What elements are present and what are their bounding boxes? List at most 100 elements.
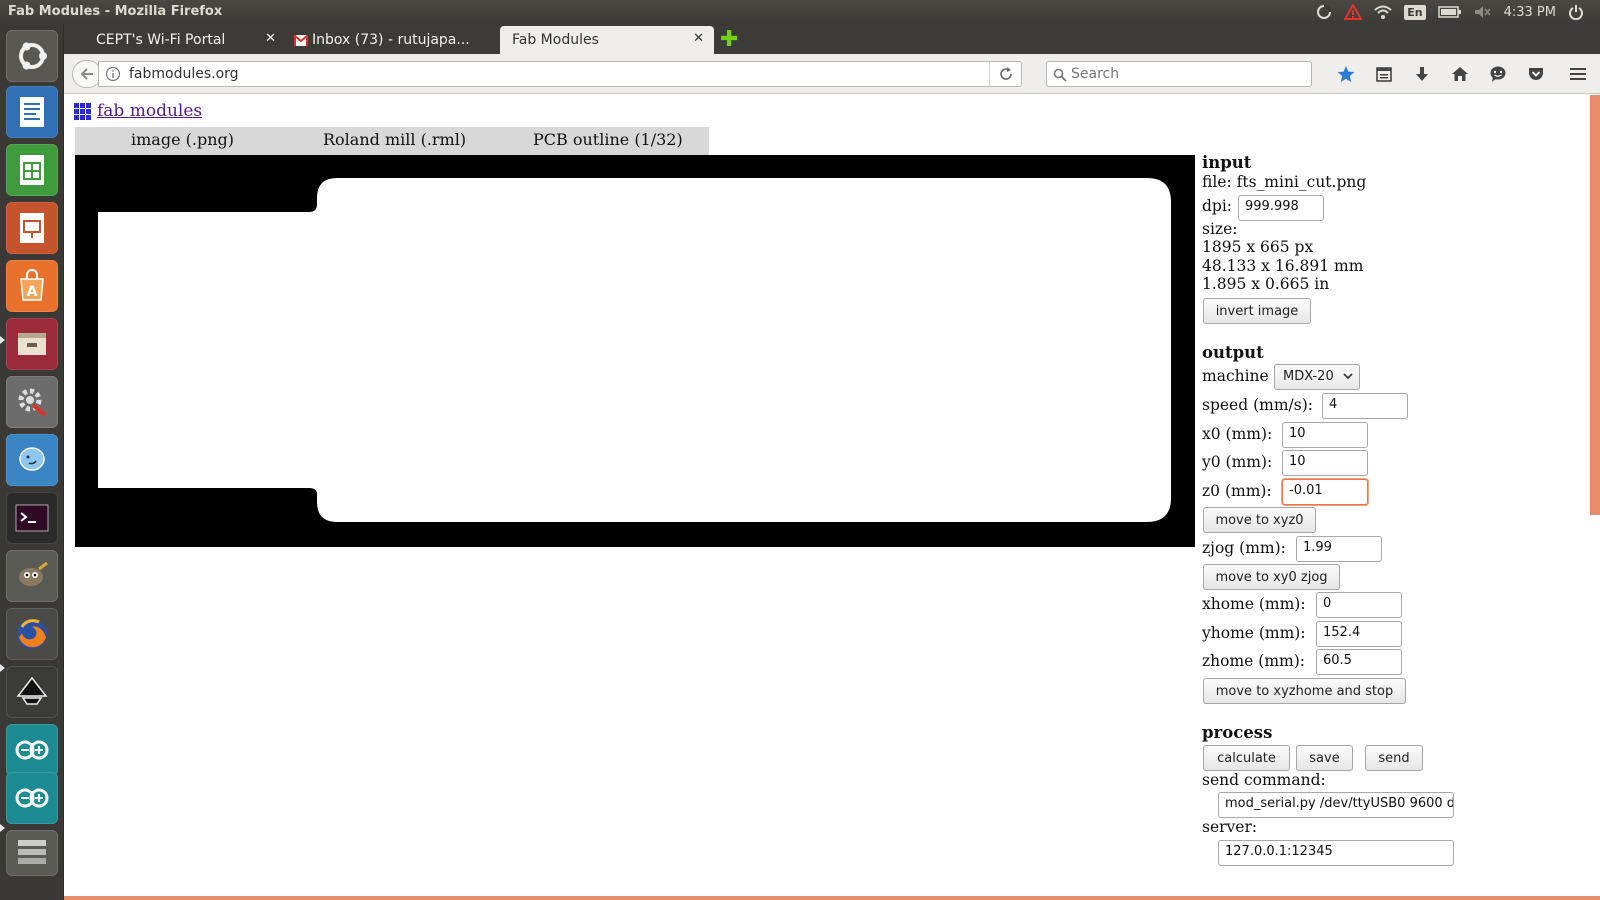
pocket-icon[interactable] bbox=[1524, 62, 1548, 86]
bookmark-star-icon[interactable] bbox=[1334, 62, 1358, 86]
input-heading: input bbox=[1202, 153, 1252, 172]
writer-icon[interactable] bbox=[6, 86, 58, 138]
chevron-down-icon bbox=[1343, 370, 1353, 385]
hamburger-menu-icon[interactable] bbox=[1566, 62, 1590, 86]
module-path-bar: image (.png) Roland mill (.rml) PCB outl… bbox=[75, 127, 709, 155]
impress-icon[interactable] bbox=[6, 202, 58, 254]
url-text[interactable]: fabmodules.org bbox=[129, 66, 239, 82]
indicator-area: En 4:33 PM bbox=[1316, 0, 1584, 24]
top-panel: Fab Modules - Mozilla Firefox En 4:33 PM bbox=[0, 0, 1600, 24]
url-bar[interactable]: fabmodules.org bbox=[98, 61, 1022, 87]
invert-image-button[interactable]: invert image bbox=[1203, 298, 1311, 324]
workspace-icon[interactable] bbox=[6, 830, 58, 876]
size-mm: 48.133 x 16.891 mm bbox=[1202, 257, 1364, 275]
reload-icon[interactable] bbox=[989, 62, 1021, 86]
ubuntu-dash-icon[interactable] bbox=[6, 30, 58, 82]
path-item-output-format[interactable]: Roland mill (.rml) bbox=[323, 130, 466, 149]
zhome-label: zhome (mm): bbox=[1202, 652, 1305, 670]
volume-muted-icon[interactable] bbox=[1474, 0, 1492, 24]
battery-icon[interactable] bbox=[1437, 0, 1462, 24]
input-file-label: file: fts_mini_cut.png bbox=[1202, 173, 1367, 191]
keyboard-layout-indicator[interactable]: En bbox=[1404, 0, 1426, 24]
home-icon[interactable] bbox=[1448, 62, 1472, 86]
move-to-xyz0-button[interactable]: move to xyz0 bbox=[1203, 507, 1316, 533]
power-icon[interactable] bbox=[1568, 0, 1584, 24]
settings-icon[interactable] bbox=[6, 376, 58, 428]
size-in: 1.895 x 0.665 in bbox=[1202, 275, 1330, 293]
arduino-icon[interactable] bbox=[6, 772, 58, 824]
zjog-input[interactable]: 1.99 bbox=[1296, 536, 1382, 562]
path-item-process[interactable]: PCB outline (1/32) bbox=[533, 130, 683, 149]
search-input[interactable] bbox=[1069, 64, 1305, 84]
clock[interactable]: 4:33 PM bbox=[1504, 0, 1556, 24]
horizontal-scrollbar[interactable] bbox=[64, 896, 1600, 900]
x0-input[interactable]: 10 bbox=[1282, 422, 1368, 448]
x0-label: x0 (mm): bbox=[1202, 425, 1273, 443]
launcher-running-indicator bbox=[0, 336, 5, 344]
machine-label: machine bbox=[1202, 367, 1269, 385]
pidgin-icon[interactable] bbox=[6, 434, 58, 486]
yhome-label: yhome (mm): bbox=[1202, 624, 1306, 642]
tab-strip: CEPT's Wi-Fi Portal ✕ Inbox (73) - rutuj… bbox=[64, 24, 1600, 54]
info-icon[interactable] bbox=[105, 66, 121, 86]
window-title: Fab Modules - Mozilla Firefox bbox=[8, 4, 223, 19]
output-heading: output bbox=[1202, 343, 1264, 362]
send-button[interactable]: send bbox=[1365, 745, 1423, 771]
sync-icon[interactable] bbox=[1316, 0, 1332, 24]
y0-input[interactable]: 10 bbox=[1282, 450, 1368, 476]
files-icon[interactable] bbox=[6, 318, 58, 370]
firefox-icon[interactable] bbox=[6, 608, 58, 660]
calculate-button[interactable]: calculate bbox=[1203, 745, 1290, 771]
zhome-input[interactable]: 60.5 bbox=[1316, 649, 1402, 675]
hello-chat-icon[interactable] bbox=[1486, 62, 1510, 86]
xhome-input[interactable]: 0 bbox=[1316, 592, 1402, 618]
new-tab-icon[interactable]: ✚ bbox=[720, 27, 738, 52]
tab-wifi-portal[interactable]: CEPT's Wi-Fi Portal ✕ bbox=[72, 26, 286, 54]
inkscape-icon[interactable] bbox=[6, 666, 58, 718]
calc-icon[interactable] bbox=[6, 144, 58, 196]
download-icon[interactable] bbox=[1410, 62, 1434, 86]
server-label: server: bbox=[1202, 818, 1258, 836]
wifi-icon[interactable] bbox=[1374, 0, 1392, 24]
move-to-xyzhome-button[interactable]: move to xyzhome and stop bbox=[1203, 678, 1406, 704]
launcher-running-indicator bbox=[0, 824, 5, 832]
close-icon[interactable]: ✕ bbox=[693, 31, 704, 46]
size-label: size: bbox=[1202, 220, 1238, 238]
terminal-icon[interactable] bbox=[6, 492, 58, 544]
speed-label: speed (mm/s): bbox=[1202, 396, 1313, 414]
gmail-icon bbox=[294, 34, 308, 46]
z0-input[interactable]: -0.01 bbox=[1282, 479, 1368, 505]
page-title: fab modules bbox=[74, 101, 202, 121]
machine-select[interactable]: MDX-20 bbox=[1274, 364, 1360, 390]
close-icon[interactable]: ✕ bbox=[265, 31, 276, 46]
page-content: fab modules image (.png) Roland mill (.r… bbox=[64, 95, 1600, 900]
send-command-input[interactable]: mod_serial.py /dev/ttyUSB0 9600 dsrdtr bbox=[1218, 792, 1454, 818]
search-bar[interactable] bbox=[1046, 61, 1312, 87]
arduino-icon[interactable] bbox=[6, 724, 58, 776]
server-input[interactable]: 127.0.0.1:12345 bbox=[1218, 840, 1454, 866]
y0-label: y0 (mm): bbox=[1202, 453, 1273, 471]
scrollbar-thumb[interactable] bbox=[1590, 95, 1600, 515]
yhome-input[interactable]: 152.4 bbox=[1316, 621, 1402, 647]
size-px: 1895 x 665 px bbox=[1202, 238, 1314, 256]
dpi-input[interactable]: 999.998 bbox=[1238, 195, 1324, 221]
fab-grid-icon bbox=[74, 102, 91, 120]
bookmarks-menu-icon[interactable] bbox=[1372, 62, 1396, 86]
path-item-input-format[interactable]: image (.png) bbox=[131, 130, 234, 149]
save-button[interactable]: save bbox=[1296, 745, 1353, 771]
gimp-icon[interactable] bbox=[6, 550, 58, 602]
z0-label: z0 (mm): bbox=[1202, 482, 1272, 500]
search-icon bbox=[1053, 67, 1067, 86]
warning-icon[interactable] bbox=[1344, 0, 1363, 24]
back-arrow-icon bbox=[80, 68, 93, 80]
speed-input[interactable]: 4 bbox=[1322, 393, 1408, 419]
send-command-label: send command: bbox=[1202, 771, 1326, 789]
svg-text:A: A bbox=[27, 284, 38, 300]
zjog-label: zjog (mm): bbox=[1202, 539, 1286, 557]
fab-modules-link[interactable]: fab modules bbox=[97, 101, 202, 121]
software-center-icon[interactable]: A bbox=[6, 260, 58, 312]
vertical-scrollbar[interactable] bbox=[1590, 95, 1600, 900]
unity-launcher: A bbox=[0, 24, 64, 900]
tab-fab-modules[interactable]: Fab Modules ✕ bbox=[500, 26, 714, 54]
move-to-xy0-zjog-button[interactable]: move to xy0 zjog bbox=[1203, 564, 1340, 590]
